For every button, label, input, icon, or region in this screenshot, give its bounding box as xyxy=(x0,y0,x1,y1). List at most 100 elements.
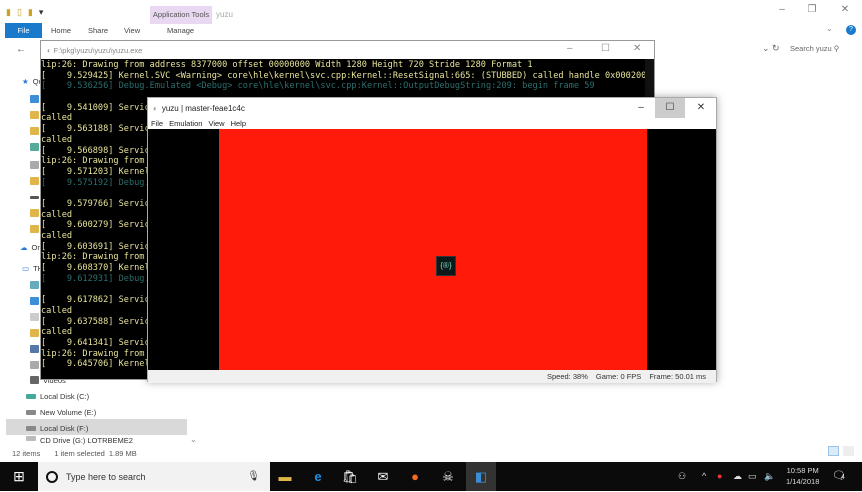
nav-label: CD Drive (G:) LOTRBEME2 xyxy=(40,436,133,445)
properties-icon[interactable]: ▯ xyxy=(17,7,22,18)
taskbar-search[interactable]: Type here to search 🎙 xyxy=(38,462,270,491)
console-minimize-button[interactable]: – xyxy=(567,43,573,54)
folder-icon xyxy=(30,195,39,199)
menu-help[interactable]: Help xyxy=(231,118,246,129)
console-title-bar[interactable]: ◐ F:\pkg\yuzu\yuzu\yuzu.exe – ☐ ✕ xyxy=(41,41,654,59)
network-icon[interactable]: ▭ xyxy=(748,462,757,491)
fps-status: Game: 0 FPS xyxy=(595,372,642,381)
item-count: 12 items xyxy=(12,449,41,458)
drive-icon xyxy=(26,425,36,431)
tab-manage[interactable]: Manage xyxy=(167,23,194,38)
firefox-icon[interactable]: ● xyxy=(400,462,430,491)
back-button[interactable]: ← xyxy=(16,44,26,55)
mail-icon[interactable]: ✉ xyxy=(368,462,398,491)
customize-qat-icon[interactable]: ▾ xyxy=(39,7,44,18)
nav-folder[interactable] xyxy=(30,278,39,292)
nav-folder[interactable] xyxy=(30,158,39,172)
status-bar: 12 items 1 item selected 1.89 MB xyxy=(12,449,137,458)
nav-folder[interactable] xyxy=(30,326,39,340)
menu-view[interactable]: View xyxy=(208,118,224,129)
console-close-button[interactable]: ✕ xyxy=(633,43,641,54)
taskbar: ⊞ Type here to search 🎙 ▬ e 🛍 ✉ ● ☠ ◧ ⚇ ^… xyxy=(0,462,862,491)
folder-icon xyxy=(30,95,39,103)
skull-app-icon[interactable]: ☠ xyxy=(433,462,463,491)
yuzu-status-bar: Speed: 38% Game: 0 FPS Frame: 50.01 ms xyxy=(148,370,716,383)
selected-size: 1.89 MB xyxy=(108,449,137,458)
nav-cd-drive-g[interactable]: CD Drive (G:) LOTRBEME2 xyxy=(26,436,133,445)
nav-folder[interactable] xyxy=(30,92,39,106)
mega-icon[interactable]: ● xyxy=(717,462,722,491)
drive-icon xyxy=(26,409,36,415)
frametime-status: Frame: 50.01 ms xyxy=(649,372,706,381)
nav-folder[interactable] xyxy=(30,342,39,356)
nav-folder[interactable] xyxy=(30,190,39,204)
yuzu-menu-bar: File Emulation View Help xyxy=(148,118,716,129)
nav-local-disk-f[interactable]: Local Disk (F:) xyxy=(26,421,88,435)
refresh-icon[interactable]: ⌄ ↻ xyxy=(762,43,780,54)
console-maximize-button[interactable]: ☐ xyxy=(601,43,610,54)
yuzu-close-button[interactable]: ✕ xyxy=(686,98,716,118)
search-input[interactable]: Search yuzu ⚲ xyxy=(790,44,839,53)
action-center-icon[interactable]: 🗨4 xyxy=(832,462,846,492)
clock-time: 10:58 PM xyxy=(786,466,819,475)
store-icon[interactable]: 🛍 xyxy=(335,462,365,491)
nav-folder[interactable] xyxy=(30,294,39,308)
quick-access-toolbar[interactable]: ▮ ▯ ▮ ▾ xyxy=(6,7,43,18)
start-button[interactable]: ⊞ xyxy=(0,462,38,491)
minimize-button[interactable]: – xyxy=(767,4,797,15)
nav-folder[interactable] xyxy=(30,206,39,220)
console-line: lip:26: Drawing from address 8377000 off… xyxy=(41,60,533,70)
nav-folder[interactable] xyxy=(30,140,39,154)
render-area[interactable]: {®} xyxy=(148,129,716,370)
expand-ribbon-icon[interactable]: ⌄ xyxy=(826,24,833,33)
folder-icon xyxy=(30,225,39,233)
game-frame xyxy=(219,129,647,370)
nav-folder[interactable] xyxy=(30,108,39,122)
tab-file[interactable]: File xyxy=(5,23,42,38)
scroll-down-icon[interactable]: ⌄ xyxy=(190,435,197,444)
menu-emulation[interactable]: Emulation xyxy=(169,118,202,129)
restore-button[interactable]: ❐ xyxy=(797,4,827,15)
edge-icon[interactable]: e xyxy=(303,462,333,491)
yuzu-title-bar[interactable]: ◐ yuzu | master-feae1c4c – ☐ ✕ xyxy=(148,98,716,118)
selected-count: 1 item selected xyxy=(54,449,105,458)
tab-home[interactable]: Home xyxy=(51,23,71,38)
microphone-icon[interactable]: 🎙 xyxy=(247,471,260,482)
volume-icon[interactable]: 🔈 xyxy=(764,462,775,491)
yuzu-window[interactable]: ◐ yuzu | master-feae1c4c – ☐ ✕ File Emul… xyxy=(147,97,717,383)
show-hidden-icons[interactable]: ^ xyxy=(702,462,706,491)
tab-view[interactable]: View xyxy=(124,23,140,38)
drive-icon xyxy=(26,393,36,399)
console-line: [ 9.529425] Kernel.SVC <Warning> core\hl… xyxy=(41,70,654,81)
ribbon-context-label: Application Tools xyxy=(150,6,212,24)
onedrive-icon[interactable]: ☁ xyxy=(733,462,742,491)
file-explorer-icon[interactable]: ▬ xyxy=(270,462,300,491)
window-title: yuzu xyxy=(216,10,233,19)
new-folder-icon[interactable]: ▮ xyxy=(28,7,33,18)
yuzu-taskbar-icon[interactable]: ◧ xyxy=(466,462,496,491)
large-icons-view-button[interactable] xyxy=(843,446,854,456)
folder-icon xyxy=(30,313,39,321)
view-buttons xyxy=(828,446,854,456)
nav-folder[interactable] xyxy=(30,222,39,236)
tab-share[interactable]: Share xyxy=(88,23,108,38)
music-icon xyxy=(30,345,39,353)
menu-file[interactable]: File xyxy=(151,118,163,129)
yuzu-maximize-button[interactable]: ☐ xyxy=(655,98,685,118)
nav-new-volume-e[interactable]: New Volume (E:) xyxy=(26,405,96,419)
close-button[interactable]: ✕ xyxy=(830,4,860,15)
yuzu-minimize-button[interactable]: – xyxy=(626,98,656,118)
details-view-button[interactable] xyxy=(828,446,839,456)
nav-onedrive[interactable]: ☁ On xyxy=(20,240,42,254)
clock-date: 1/14/2018 xyxy=(786,477,820,486)
nav-folder[interactable] xyxy=(30,358,39,372)
nav-folder[interactable] xyxy=(30,174,39,188)
nav-folder[interactable] xyxy=(30,310,39,324)
console-line: [ 9.536256] Debug.Emulated <Debug> core\… xyxy=(41,81,595,92)
people-icon[interactable]: ⚇ xyxy=(678,462,686,491)
clock[interactable]: 10:58 PM 1/14/2018 xyxy=(786,465,819,487)
help-icon[interactable]: ? xyxy=(846,25,856,35)
nav-folder[interactable] xyxy=(30,124,39,138)
folder-icon xyxy=(30,161,39,169)
nav-local-disk-c[interactable]: Local Disk (C:) xyxy=(26,389,89,403)
